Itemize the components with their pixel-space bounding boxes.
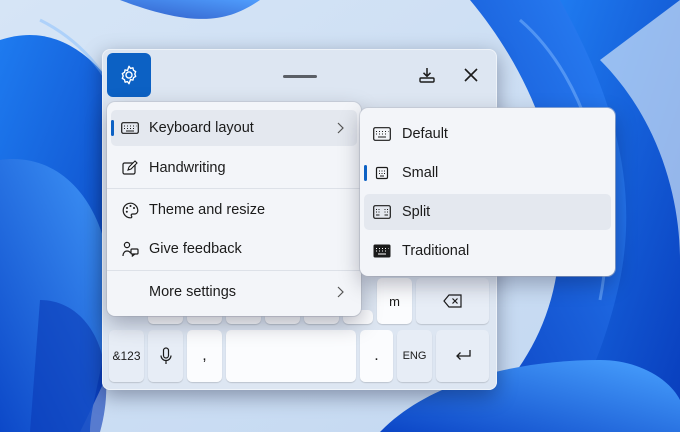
gear-icon xyxy=(121,65,137,85)
key-backspace[interactable] xyxy=(416,278,489,324)
comma-key[interactable]: , xyxy=(187,330,222,382)
selected-indicator xyxy=(364,165,367,181)
feedback-icon xyxy=(121,241,139,257)
numbers-key[interactable]: &123 xyxy=(109,330,144,382)
palette-icon xyxy=(121,202,139,218)
menu-item-handwriting[interactable]: Handwriting xyxy=(111,150,357,186)
enter-key[interactable] xyxy=(436,330,489,382)
menu-separator xyxy=(107,270,361,271)
dock-button[interactable] xyxy=(416,64,438,86)
dock-icon xyxy=(419,68,435,83)
layout-option-label: Split xyxy=(402,204,431,220)
keyboard-small-icon xyxy=(375,166,389,180)
keyboard-split-icon xyxy=(373,205,391,219)
period-key[interactable]: . xyxy=(360,330,393,382)
language-key[interactable]: ENG xyxy=(397,330,432,382)
menu-separator xyxy=(107,188,361,189)
space-key[interactable] xyxy=(226,330,356,382)
pen-icon xyxy=(121,160,139,176)
chevron-right-icon xyxy=(337,122,344,134)
enter-icon xyxy=(455,350,471,360)
layout-option-default[interactable]: Default xyxy=(364,116,611,152)
keyboard-default-icon xyxy=(373,127,391,141)
keyboard-titlebar xyxy=(102,49,497,101)
menu-item-label: Theme and resize xyxy=(149,202,266,218)
close-icon xyxy=(464,68,478,82)
key-m[interactable]: m xyxy=(377,278,412,324)
menu-item-label: More settings xyxy=(149,284,237,300)
layout-option-label: Small xyxy=(402,165,439,181)
settings-button[interactable] xyxy=(107,53,151,97)
drag-handle[interactable] xyxy=(283,75,317,78)
selected-indicator xyxy=(111,120,114,136)
backspace-icon xyxy=(442,294,462,308)
menu-item-label: Keyboard layout xyxy=(149,120,254,136)
menu-item-label: Give feedback xyxy=(149,241,242,257)
layout-option-label: Traditional xyxy=(402,243,470,259)
layout-option-traditional[interactable]: Traditional xyxy=(364,233,611,269)
microphone-icon xyxy=(159,347,172,364)
close-button[interactable] xyxy=(460,64,482,86)
layout-option-split[interactable]: Split xyxy=(364,194,611,230)
settings-menu: Keyboard layout Handwriting Theme and re… xyxy=(107,102,361,316)
menu-item-give-feedback[interactable]: Give feedback xyxy=(111,231,357,267)
layout-option-small[interactable]: Small xyxy=(364,155,611,191)
menu-item-theme-and-resize[interactable]: Theme and resize xyxy=(111,192,357,228)
keyboard-icon xyxy=(121,120,139,136)
keyboard-layout-submenu: Default Small Split Traditional xyxy=(360,108,615,276)
menu-item-label: Handwriting xyxy=(149,160,226,176)
keyboard-traditional-icon xyxy=(373,244,391,258)
menu-item-more-settings[interactable]: More settings xyxy=(111,274,357,310)
chevron-right-icon xyxy=(337,286,344,298)
menu-item-keyboard-layout[interactable]: Keyboard layout xyxy=(111,110,357,146)
microphone-key[interactable] xyxy=(148,330,183,382)
layout-option-label: Default xyxy=(402,126,448,142)
